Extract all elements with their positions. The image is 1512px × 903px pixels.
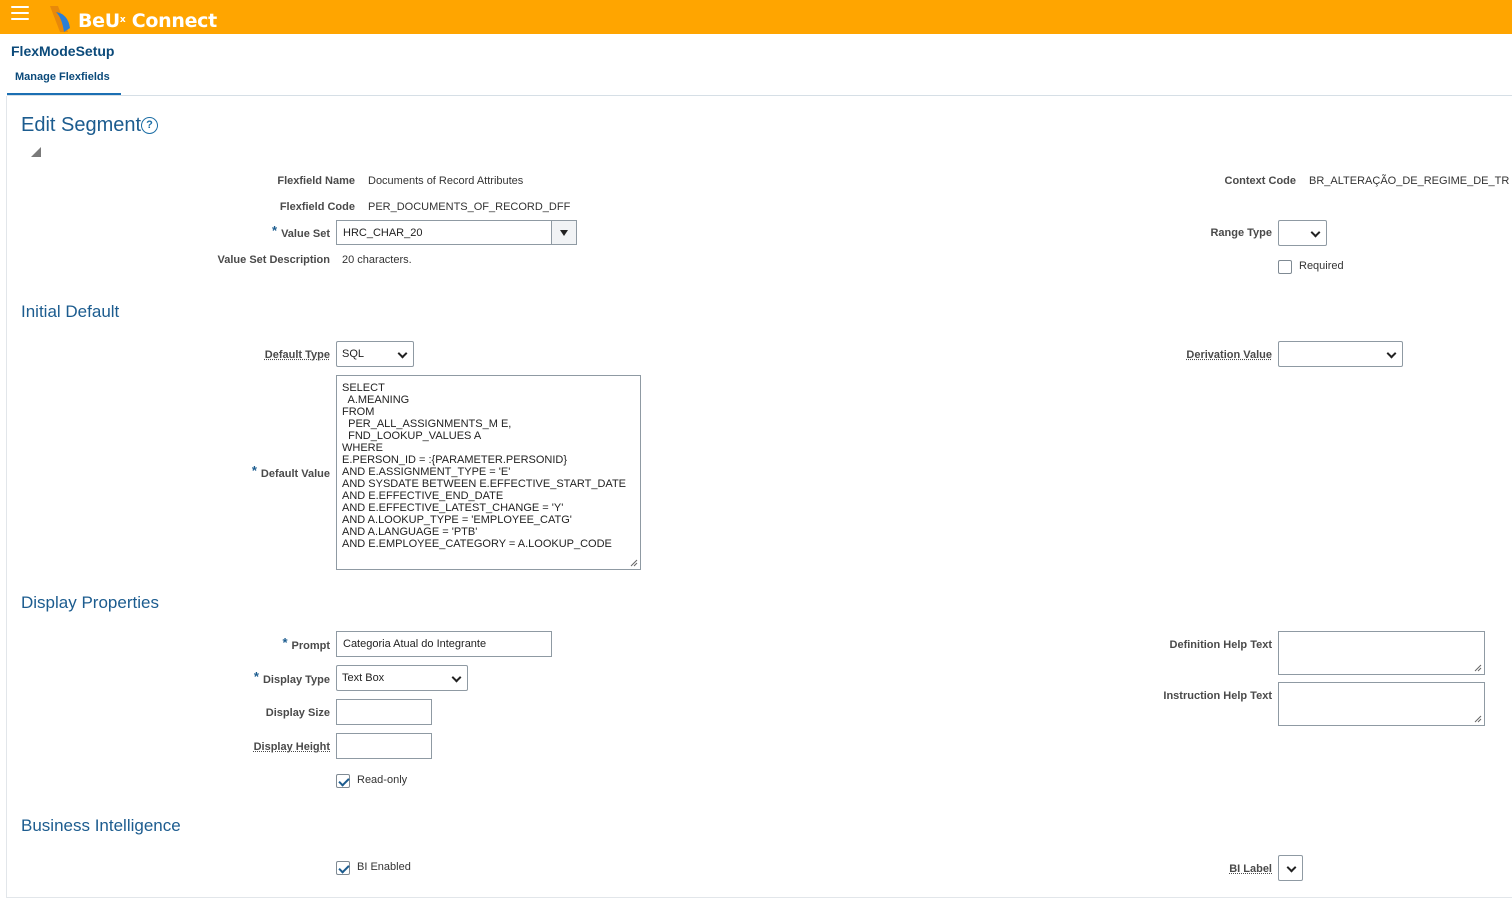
- brand-name[interactable]: BeUx Connect: [78, 9, 217, 33]
- brand-logo-icon: [50, 6, 70, 32]
- help-icon[interactable]: ?: [141, 117, 158, 134]
- required-marker: *: [282, 635, 288, 650]
- flexfield-code-label: Flexfield Code: [279, 201, 355, 213]
- default-value-textarea[interactable]: SELECT A.MEANING FROM PER_ALL_ASSIGNMENT…: [336, 375, 641, 570]
- collapse-icon[interactable]: [31, 147, 41, 157]
- context-code-label: Context Code: [1224, 175, 1297, 187]
- section-business-intelligence: Business Intelligence: [21, 816, 181, 835]
- default-type-label: Default Type: [264, 349, 330, 361]
- bi-label-select[interactable]: [1278, 855, 1303, 881]
- default-type-select[interactable]: SQL: [336, 341, 414, 367]
- definition-help-label: Definition Help Text: [1169, 639, 1272, 651]
- section-initial-default: Initial Default: [21, 302, 120, 321]
- instruction-help-label: Instruction Help Text: [1163, 690, 1272, 702]
- chevron-down-icon: [397, 348, 408, 359]
- panel-border-bottom: [6, 897, 1512, 898]
- flexfield-name-value: Documents of Record Attributes: [368, 175, 524, 187]
- flexfield-name-label: Flexfield Name: [277, 175, 355, 187]
- display-height-label: Display Height: [253, 741, 330, 753]
- display-size-input[interactable]: [336, 699, 432, 725]
- hamburger-menu-icon[interactable]: [11, 6, 29, 20]
- range-type-label: Range Type: [1210, 227, 1272, 239]
- display-size-label: Display Size: [265, 707, 330, 719]
- bi-label-label: BI Label: [1229, 863, 1272, 875]
- page-title: Edit Segment: [21, 114, 142, 136]
- value-set-description-value: 20 characters.: [342, 254, 412, 266]
- flexfield-code-value: PER_DOCUMENTS_OF_RECORD_DFF: [368, 201, 571, 213]
- resize-grip-icon[interactable]: [1474, 715, 1482, 723]
- chevron-down-icon: [1386, 348, 1397, 359]
- bi-enabled-label: BI Enabled: [357, 861, 411, 873]
- derivation-value-label: Derivation Value: [1186, 349, 1272, 361]
- required-marker: *: [251, 463, 257, 478]
- chevron-down-icon: [1310, 227, 1321, 238]
- resize-grip-icon[interactable]: [630, 559, 638, 567]
- default-value-label: * Default Value: [251, 463, 330, 481]
- default-value-sql: SELECT A.MEANING FROM PER_ALL_ASSIGNMENT…: [342, 382, 627, 550]
- tab-manage-flexfields[interactable]: Manage Flexfields: [7, 64, 121, 95]
- value-set-combo[interactable]: HRC_CHAR_20: [336, 220, 577, 245]
- chevron-down-icon: [451, 672, 462, 683]
- range-type-select[interactable]: [1278, 220, 1327, 246]
- required-marker: *: [272, 223, 278, 238]
- read-only-label: Read-only: [357, 774, 408, 786]
- required-checkbox[interactable]: [1278, 260, 1292, 274]
- value-set-value: HRC_CHAR_20: [343, 227, 423, 239]
- instruction-help-textarea[interactable]: [1278, 682, 1485, 726]
- panel-border: [6, 96, 7, 898]
- prompt-input[interactable]: Categoria Atual do Integrante: [336, 631, 552, 657]
- tab-divider: [7, 95, 1512, 96]
- caret-down-icon: [560, 230, 568, 236]
- display-type-select[interactable]: Text Box: [336, 665, 468, 691]
- context-code-value: BR_ALTERAÇÃO_DE_REGIME_DE_TR: [1309, 175, 1510, 187]
- required-marker: *: [253, 669, 259, 684]
- top-bar: BeUx Connect: [0, 0, 1512, 34]
- resize-grip-icon[interactable]: [1474, 664, 1482, 672]
- prompt-label: * Prompt: [282, 635, 330, 653]
- display-type-label: * Display Type: [253, 669, 330, 687]
- value-set-description-label: Value Set Description: [217, 254, 330, 266]
- derivation-value-select[interactable]: [1278, 341, 1403, 367]
- required-label: Required: [1299, 260, 1344, 272]
- definition-help-textarea[interactable]: [1278, 631, 1485, 675]
- bi-enabled-checkbox[interactable]: [336, 861, 350, 875]
- chevron-down-icon: [1286, 862, 1297, 873]
- value-set-dropdown-button[interactable]: [551, 221, 576, 244]
- section-display-properties: Display Properties: [21, 593, 159, 612]
- value-set-label: * Value Set: [272, 223, 330, 241]
- read-only-checkbox[interactable]: [336, 774, 350, 788]
- display-height-input[interactable]: [336, 733, 432, 759]
- app-title: FlexModeSetup: [11, 43, 115, 59]
